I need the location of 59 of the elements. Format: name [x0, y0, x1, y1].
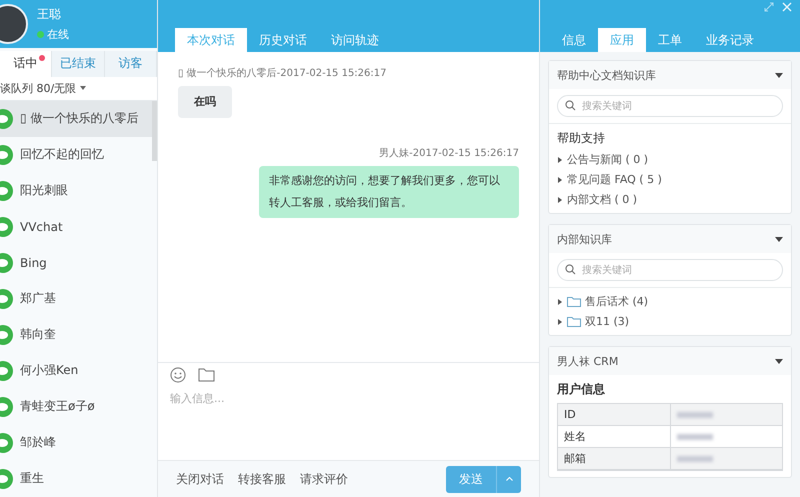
panel-title: 帮助中心文档知识库	[557, 68, 656, 82]
folder-label[interactable]: 双11 (3)	[585, 314, 630, 329]
chat-bubble-icon	[0, 288, 14, 310]
chat-bubble-icon	[0, 324, 14, 346]
close-icon[interactable]	[782, 2, 792, 12]
table-cell: ID	[558, 404, 670, 426]
avatar	[0, 4, 28, 44]
caret-icon	[557, 156, 563, 162]
caret-icon	[557, 176, 563, 182]
chat-bubble-icon	[0, 432, 14, 454]
redacted-value	[677, 412, 713, 418]
table-cell: 邮箱	[558, 448, 670, 470]
message-bubble: 非常感谢您的访问，想要了解我们更多，您可以转人工客服，或给我们留言。	[259, 166, 519, 218]
search-field[interactable]: 搜索关键词	[557, 95, 783, 117]
panel-title: 男人袜 CRM	[557, 354, 618, 368]
chat-bubble-icon	[0, 108, 14, 130]
folder-icon	[567, 296, 581, 307]
dropdown-icon[interactable]	[775, 358, 783, 364]
caret-icon	[506, 477, 512, 481]
message-meta: ▯ 做一个快乐的八零后-2017-02-15 15:26:17	[178, 66, 386, 80]
caret-icon	[80, 86, 86, 90]
dropdown-icon[interactable]	[775, 72, 783, 78]
folder-icon[interactable]	[198, 367, 215, 382]
caret-icon[interactable]	[557, 318, 563, 324]
contact-item[interactable]: ▯ 做一个快乐的八零后	[0, 100, 152, 137]
redacted-value	[677, 434, 713, 440]
chat-bubble-icon	[0, 396, 14, 418]
category-link[interactable]: 常见问题 FAQ ( 5 )	[567, 172, 662, 187]
caret-icon	[557, 196, 563, 202]
action-link[interactable]: 关闭对话	[176, 470, 224, 488]
dropdown-icon[interactable]	[775, 236, 783, 242]
category-link[interactable]: 公告与新闻 ( 0 )	[567, 152, 648, 167]
chat-bubble-icon	[0, 468, 14, 490]
message-meta: 男人妹-2017-02-15 15:26:17	[379, 147, 519, 160]
action-link[interactable]: 请求评价	[300, 470, 348, 488]
chat-bubble-icon	[0, 360, 14, 382]
search-icon	[565, 100, 576, 111]
scrollbar[interactable]	[152, 100, 157, 161]
section-heading: 用户信息	[557, 381, 606, 398]
search-field[interactable]: 搜索关键词	[557, 259, 783, 281]
section-heading: 帮助支持	[557, 130, 606, 147]
folder-icon	[567, 316, 581, 327]
action-link[interactable]: 转接客服	[238, 470, 286, 488]
panel-title: 内部知识库	[557, 232, 612, 246]
send-options-button[interactable]	[496, 466, 521, 492]
emoji-icon[interactable]	[170, 367, 186, 383]
chat-bubble-icon	[0, 144, 14, 166]
message-bubble: 在吗	[178, 86, 232, 118]
search-icon	[565, 264, 576, 275]
agent-name: 王聪	[37, 6, 62, 24]
caret-icon[interactable]	[557, 298, 563, 304]
tab[interactable]: 话中	[0, 51, 52, 77]
chat-bubble-icon	[0, 216, 14, 238]
folder-label[interactable]: 售后话术 (4)	[585, 294, 648, 309]
redacted-value	[677, 456, 713, 462]
chat-bubble-icon	[0, 252, 14, 274]
category-link[interactable]: 内部文档 ( 0 )	[567, 192, 638, 207]
chat-bubble-icon	[0, 180, 14, 202]
queue-selector[interactable]: 谈队列 80/无限	[0, 76, 157, 101]
